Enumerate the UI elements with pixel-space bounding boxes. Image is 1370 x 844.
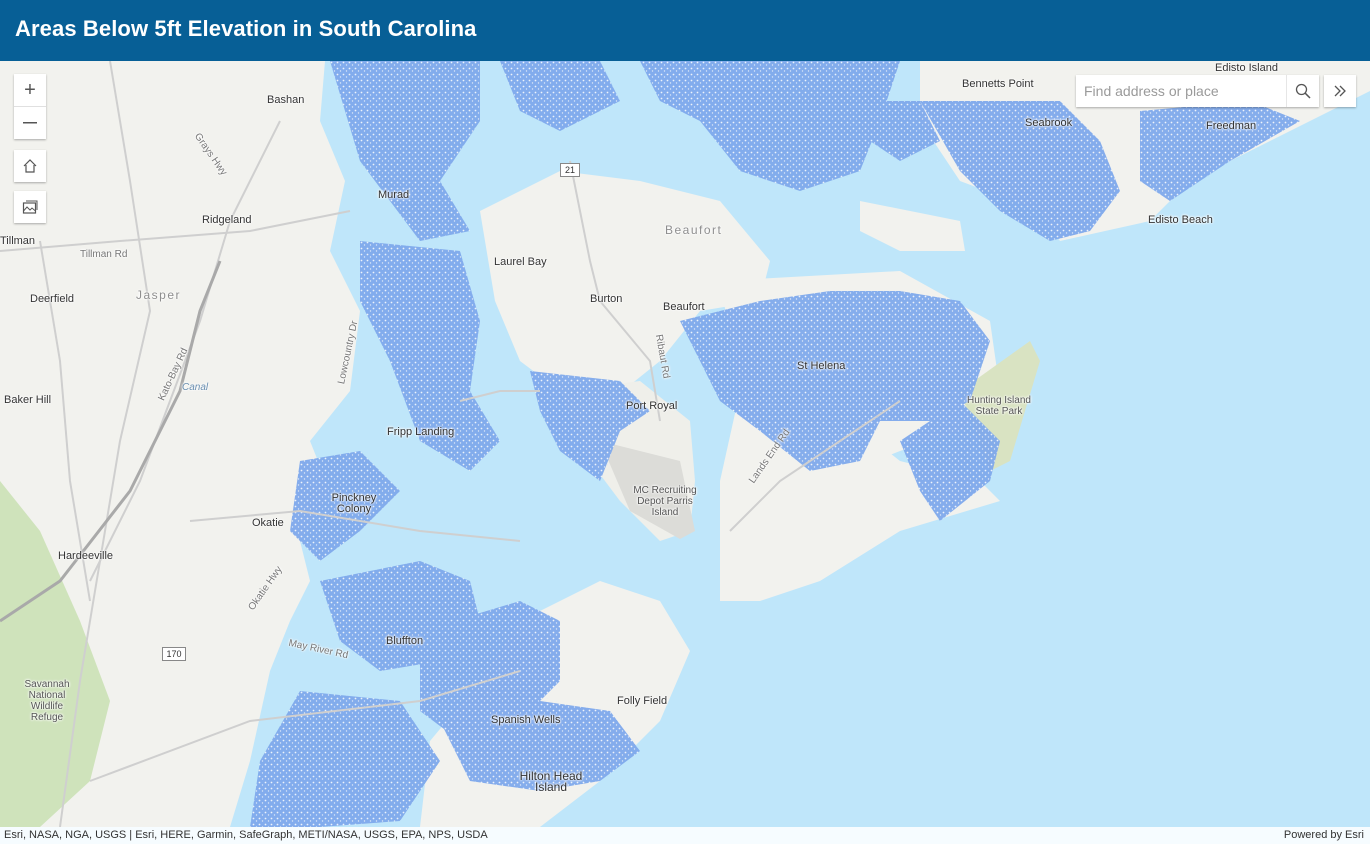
home-icon: [23, 159, 37, 173]
place-label: Ridgeland: [202, 214, 252, 226]
route-shield: 21: [560, 163, 580, 177]
water-label: Canal: [182, 382, 209, 393]
basemap: [0, 61, 1370, 827]
zoom-out-button[interactable]: [14, 106, 46, 139]
app-title: Areas Below 5ft Elevation in South Carol…: [15, 16, 477, 41]
search-widget: [1076, 75, 1319, 107]
search-icon: [1295, 83, 1311, 99]
search-button[interactable]: [1286, 75, 1319, 107]
zoom-in-button[interactable]: +: [14, 74, 46, 106]
expand-panel-button[interactable]: [1324, 75, 1356, 107]
road-label: Tillman Rd: [80, 249, 128, 260]
place-label: Seabrook: [1025, 117, 1073, 129]
search-input[interactable]: [1076, 75, 1276, 107]
basemap-gallery-button[interactable]: [14, 191, 46, 223]
place-label: Bashan: [267, 94, 305, 106]
place-label: Burton: [590, 293, 623, 305]
place-label: Edisto Island: [1215, 62, 1278, 74]
place-label: Murad: [378, 189, 410, 201]
powered-by-esri[interactable]: Powered by Esri: [1284, 829, 1364, 841]
place-label: Pinckney Colony: [331, 492, 377, 515]
place-label: Spanish Wells: [491, 714, 561, 726]
place-label: Bennetts Point: [962, 78, 1034, 90]
place-label: Edisto Beach: [1148, 214, 1213, 226]
attribution-sources[interactable]: Esri, NASA, NGA, USGS | Esri, HERE, Garm…: [4, 829, 488, 841]
map-view[interactable]: Bashan Murad Ridgeland Tillman Laurel Ba…: [0, 61, 1370, 827]
place-label: Beaufort: [663, 301, 705, 313]
land-island-1: [860, 201, 965, 251]
place-label: St Helena: [797, 360, 846, 372]
basemap-gallery-icon: [22, 200, 38, 214]
double-chevron-right-icon: [1334, 85, 1346, 97]
place-label: Fripp Landing: [387, 426, 455, 438]
place-label: Hardeeville: [58, 550, 114, 562]
park-label: Hunting Island State Park: [967, 395, 1031, 417]
home-button[interactable]: [14, 150, 46, 182]
place-label: Deerfield: [30, 293, 75, 305]
refuge-label: Savannah National Wildlife Refuge: [24, 679, 70, 723]
app-header: Areas Below 5ft Elevation in South Carol…: [0, 0, 1370, 61]
place-label: Tillman: [0, 235, 36, 247]
place-label: Folly Field: [617, 695, 668, 707]
route-shield: 170: [162, 647, 186, 661]
poi-label: MC Recruiting Depot Parris Island: [633, 485, 697, 518]
place-label: Okatie: [252, 517, 284, 529]
place-label: Laurel Bay: [494, 256, 547, 268]
attribution-bar: Esri, NASA, NGA, USGS | Esri, HERE, Garm…: [0, 827, 1370, 844]
place-label: Freedman: [1206, 120, 1257, 132]
place-label: Baker Hill: [4, 394, 52, 406]
place-label: Hilton Head Island: [519, 769, 583, 794]
minus-icon: [23, 122, 37, 124]
region-label: Jasper: [136, 288, 182, 302]
zoom-control: +: [14, 74, 46, 139]
place-label: Bluffton: [386, 635, 424, 647]
region-label: Beaufort: [665, 223, 723, 237]
place-label: Port Royal: [626, 400, 678, 412]
